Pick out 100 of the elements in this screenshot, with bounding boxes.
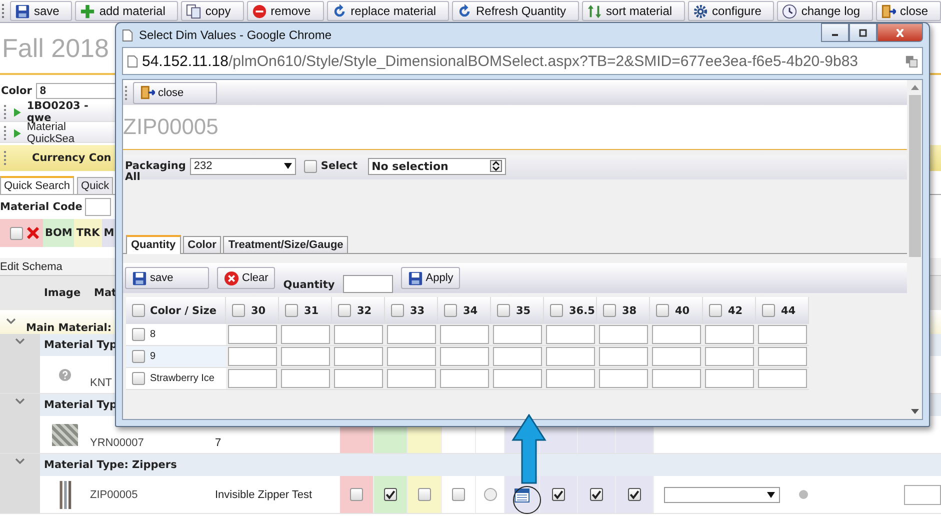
checkbox[interactable] [232, 304, 245, 317]
quantity-input[interactable] [440, 347, 489, 366]
checkbox[interactable] [132, 304, 145, 317]
toolbar-button[interactable]: sort material [582, 1, 686, 21]
quantity-input[interactable] [387, 369, 436, 388]
toolbar-button[interactable]: replace material [326, 1, 449, 21]
checkbox[interactable] [603, 304, 616, 317]
quantity-input[interactable] [493, 347, 542, 366]
quantity-input[interactable] [228, 369, 277, 388]
checkbox[interactable] [418, 488, 431, 501]
checkbox[interactable] [384, 488, 397, 501]
close-button[interactable]: close [133, 82, 217, 104]
quantity-input[interactable] [334, 325, 383, 344]
quantity-input[interactable] [652, 369, 701, 388]
minimize-button[interactable] [821, 23, 849, 42]
edit-schema-label[interactable]: Edit Schema [0, 260, 62, 272]
quantity-input[interactable] [652, 325, 701, 344]
quantity-input[interactable] [228, 347, 277, 366]
toolbar-button[interactable]: configure [688, 1, 774, 21]
section-title[interactable]: Material QuickSea [26, 121, 116, 145]
checkbox[interactable] [452, 488, 465, 501]
checkbox[interactable] [628, 488, 641, 501]
selection-dropdown[interactable]: No selection [368, 158, 506, 174]
checkbox[interactable] [444, 304, 457, 317]
scroll-down-icon[interactable] [910, 409, 918, 414]
quantity-input[interactable] [652, 347, 701, 366]
chevron-icon[interactable] [15, 398, 25, 404]
color-field[interactable]: 8 [36, 83, 116, 99]
checkbox[interactable] [497, 304, 510, 317]
quantity-input[interactable] [705, 325, 754, 344]
chevron-icon[interactable] [6, 318, 16, 324]
checkbox[interactable] [338, 304, 351, 317]
translate-icon[interactable] [905, 54, 918, 68]
save-button[interactable]: save [125, 267, 209, 289]
input-field[interactable] [904, 484, 941, 504]
maximize-button[interactable] [849, 23, 877, 42]
quantity-input[interactable] [546, 347, 595, 366]
quantity-input[interactable] [705, 347, 754, 366]
clear-button[interactable]: Clear [217, 267, 276, 289]
toolbar-button[interactable]: add material [75, 1, 178, 21]
quantity-field[interactable] [342, 275, 393, 293]
checkbox[interactable] [350, 488, 363, 501]
calendar-icon[interactable] [514, 486, 530, 502]
checkbox[interactable] [10, 226, 23, 240]
quantity-input[interactable] [493, 369, 542, 388]
checkbox[interactable] [132, 350, 145, 363]
quantity-input[interactable] [758, 325, 807, 344]
address-bar[interactable]: 54.152.11.18/plmOn610/Style/Style_DimensionalBOMSelect.aspx?TB=2&SMID=677ee3ea-f6e5-4b20-9b83 [122, 47, 923, 75]
toolbar-button[interactable]: save [10, 1, 72, 21]
checkbox[interactable] [590, 488, 603, 501]
toolbar-button[interactable]: copy [181, 1, 244, 21]
checkbox[interactable] [132, 328, 145, 341]
quantity-input[interactable] [493, 325, 542, 344]
filter-chip[interactable]: BOM [43, 219, 74, 247]
material-code-field[interactable] [85, 198, 112, 216]
search-tab[interactable]: Quick Search [0, 176, 74, 194]
quantity-input[interactable] [440, 369, 489, 388]
checkbox[interactable] [391, 304, 404, 317]
quantity-input[interactable] [281, 347, 330, 366]
checkbox[interactable] [304, 160, 317, 172]
expand-arrow-icon[interactable] [14, 128, 21, 138]
quantity-input[interactable] [281, 369, 330, 388]
scroll-up-icon[interactable] [910, 85, 918, 90]
quantity-input[interactable] [758, 369, 807, 388]
checkbox[interactable] [762, 304, 775, 317]
toolbar-button[interactable]: change log [777, 1, 874, 21]
quantity-input[interactable] [758, 347, 807, 366]
quantity-input[interactable] [228, 325, 277, 344]
toolbar-button[interactable]: Refresh Quantity [452, 1, 580, 21]
apply-button[interactable]: Apply [400, 267, 460, 289]
quantity-input[interactable] [599, 369, 648, 388]
quantity-input[interactable] [334, 347, 383, 366]
filter-chip[interactable]: TRK [74, 219, 102, 247]
checkbox[interactable] [552, 488, 565, 501]
delete-icon[interactable] [27, 227, 39, 239]
quantity-input[interactable] [705, 369, 754, 388]
checkbox[interactable] [656, 304, 669, 317]
tab[interactable]: Treatment/Size/Gauge [223, 236, 348, 253]
quantity-input[interactable] [281, 325, 330, 344]
checkbox[interactable] [285, 304, 298, 317]
quantity-input[interactable] [546, 369, 595, 388]
checkbox[interactable] [709, 304, 722, 317]
chevron-icon[interactable] [15, 338, 25, 344]
tab[interactable]: Quantity [126, 235, 181, 254]
quantity-input[interactable] [387, 347, 436, 366]
quantity-input[interactable] [546, 325, 595, 344]
quantity-input[interactable] [440, 325, 489, 344]
chevron-icon[interactable] [15, 458, 25, 464]
radio-button[interactable] [484, 488, 496, 501]
quantity-input[interactable] [387, 325, 436, 344]
tab[interactable]: Color [182, 236, 222, 253]
toolbar-button[interactable]: close [876, 1, 941, 21]
quantity-input[interactable] [599, 347, 648, 366]
close-button[interactable] [877, 23, 923, 42]
expand-arrow-icon[interactable] [14, 108, 21, 116]
dropdown[interactable] [664, 486, 780, 502]
search-tab[interactable]: Quick [77, 177, 114, 194]
toolbar-button[interactable]: remove [246, 1, 324, 21]
checkbox[interactable] [132, 372, 145, 385]
scrollbar-thumb[interactable] [908, 95, 920, 257]
